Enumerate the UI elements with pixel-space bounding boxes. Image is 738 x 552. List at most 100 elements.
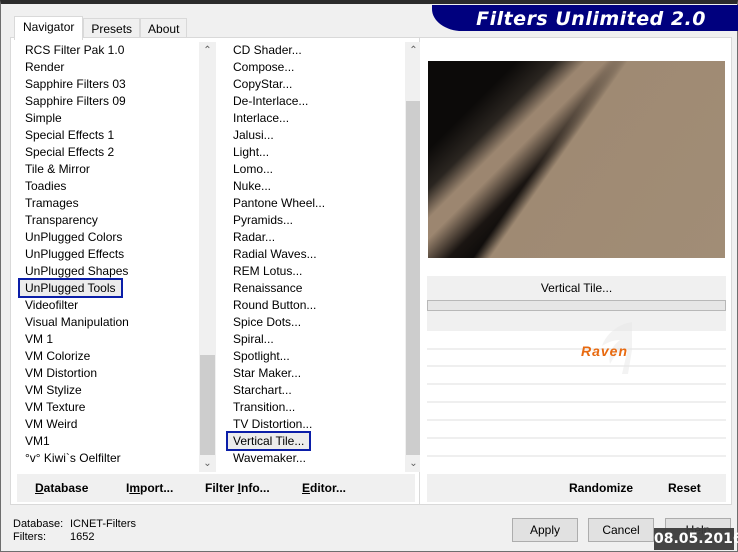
preview-button-bar: Randomize Reset [427, 474, 726, 502]
category-scroll-thumb[interactable] [200, 355, 215, 455]
filter-item[interactable]: Nuke... [225, 178, 423, 195]
category-item[interactable]: Toadies [15, 178, 215, 195]
category-item[interactable]: VM 1 [15, 331, 215, 348]
filter-item[interactable]: Vertical Tile... [225, 431, 423, 451]
list-item-label: Spice Dots... [233, 315, 302, 329]
category-item[interactable]: Sapphire Filters 03 [15, 76, 215, 93]
list-item-label: Vertical Tile... [225, 431, 312, 451]
category-item[interactable]: VM1 [15, 433, 215, 450]
list-item-label: Transparency [25, 213, 98, 227]
list-item-label: Lomo... [233, 162, 274, 176]
category-item[interactable]: VM Texture [15, 399, 215, 416]
category-item[interactable]: VM Distortion [15, 365, 215, 382]
filter-list[interactable]: CD Shader... Compose... CopyStar... De-Inte… [225, 42, 423, 472]
category-item[interactable]: Transparency [15, 212, 215, 229]
category-list[interactable]: RCS Filter Pak 1.0 Render Sapphire Filters… [15, 42, 215, 472]
tab-presets[interactable]: Presets [83, 18, 141, 39]
list-item-label: TV Distortion... [233, 417, 313, 431]
category-scrollbar[interactable]: ⌃ ⌄ [199, 42, 216, 472]
category-item[interactable]: °v° Kiwi`s Oelfilter [15, 450, 215, 467]
filter-item[interactable]: Spice Dots... [225, 314, 423, 331]
category-item[interactable]: Tramages [15, 195, 215, 212]
category-item[interactable]: Simple [15, 110, 215, 127]
filter-item[interactable]: Light... [225, 144, 423, 161]
list-item-label: Simple [25, 111, 62, 125]
list-item-label: Spotlight... [233, 349, 290, 363]
filter-scroll-thumb[interactable] [406, 101, 421, 455]
category-item[interactable]: VM Weird [15, 416, 215, 433]
list-item-label: VM1 [25, 434, 50, 448]
list-item-label: CopyStar... [233, 77, 293, 91]
list-item-label: Special Effects 2 [25, 145, 115, 159]
category-item[interactable]: VM Colorize [15, 348, 215, 365]
database-label: Database: [13, 518, 64, 530]
filter-item[interactable]: De-Interlace... [225, 93, 423, 110]
filter-item[interactable]: Round Button... [225, 297, 423, 314]
list-item-label: De-Interlace... [233, 94, 309, 108]
category-item[interactable]: Sapphire Filters 09 [15, 93, 215, 110]
list-item-label: VM Weird [25, 417, 78, 431]
raven-text: Raven [581, 343, 629, 359]
filter-item[interactable]: Spiral... [225, 331, 423, 348]
filter-item[interactable]: Compose... [225, 59, 423, 76]
chevron-up-icon[interactable]: ⌃ [199, 42, 216, 59]
category-item[interactable]: Tile & Mirror [15, 161, 215, 178]
list-item-label: Star Maker... [233, 366, 302, 380]
navigator-panel: RCS Filter Pak 1.0 Render Sapphire Filters… [10, 37, 423, 505]
import-button[interactable]: Import... [126, 481, 173, 495]
category-item[interactable]: UnPlugged Shapes [15, 263, 215, 280]
filter-item[interactable]: Starchart... [225, 382, 423, 399]
filter-item[interactable]: Renaissance [225, 280, 423, 297]
filter-info-button[interactable]: Filter Info... [205, 481, 270, 495]
chevron-down-icon[interactable]: ⌄ [199, 455, 216, 472]
filter-item[interactable]: REM Lotus... [225, 263, 423, 280]
filter-item[interactable]: CD Shader... [225, 42, 423, 59]
list-item-label: Tramages [25, 196, 79, 210]
category-item[interactable]: Videofilter [15, 297, 215, 314]
list-item-label: UnPlugged Tools [18, 278, 123, 298]
reset-button[interactable]: Reset [668, 481, 701, 495]
cancel-button[interactable]: Cancel [588, 518, 654, 542]
category-item[interactable]: Special Effects 1 [15, 127, 215, 144]
apply-button[interactable]: Apply [512, 518, 578, 542]
filter-item[interactable]: Spotlight... [225, 348, 423, 365]
list-item-label: VM Colorize [25, 349, 91, 363]
filter-item[interactable]: Lomo... [225, 161, 423, 178]
filter-item[interactable]: Jalusi... [225, 127, 423, 144]
database-button[interactable]: Database [35, 481, 88, 495]
tab-navigator[interactable]: Navigator [14, 16, 84, 40]
filter-item[interactable]: CopyStar... [225, 76, 423, 93]
control-divider [427, 419, 726, 421]
randomize-button[interactable]: Randomize [569, 481, 633, 495]
list-item-label: Sapphire Filters 09 [25, 94, 126, 108]
category-item[interactable]: UnPlugged Colors [15, 229, 215, 246]
filter-item[interactable]: Pyramids... [225, 212, 423, 229]
tab-about[interactable]: About [140, 18, 188, 39]
list-item-label: Spiral... [233, 332, 274, 346]
filter-item[interactable]: Transition... [225, 399, 423, 416]
editor-button[interactable]: Editor... [302, 481, 346, 495]
list-item-label: Jalusi... [233, 128, 274, 142]
filter-item[interactable]: TV Distortion... [225, 416, 423, 433]
filter-item[interactable]: Radar... [225, 229, 423, 246]
list-item-label: VM 1 [25, 332, 54, 346]
filter-item[interactable]: Wavemaker... [225, 450, 423, 467]
category-item[interactable]: VM Stylize [15, 382, 215, 399]
category-item[interactable]: UnPlugged Effects [15, 246, 215, 263]
list-item-label: Transition... [233, 400, 296, 414]
filter-item[interactable]: Pantone Wheel... [225, 195, 423, 212]
category-item[interactable]: RCS Filter Pak 1.0 [15, 42, 215, 59]
filter-item[interactable]: Radial Waves... [225, 246, 423, 263]
filter-item[interactable]: Interlace... [225, 110, 423, 127]
category-item[interactable]: UnPlugged Tools [15, 278, 215, 298]
control-divider [427, 455, 726, 457]
category-item[interactable]: Render [15, 59, 215, 76]
list-item-label: VM Stylize [25, 383, 82, 397]
list-item-label: CD Shader... [233, 43, 302, 57]
raven-watermark: Raven [581, 343, 628, 359]
category-item[interactable]: Special Effects 2 [15, 144, 215, 161]
filter-item[interactable]: Star Maker... [225, 365, 423, 382]
category-item[interactable]: Visual Manipulation [15, 314, 215, 331]
list-item-label: REM Lotus... [233, 264, 303, 278]
control-divider [427, 401, 726, 403]
